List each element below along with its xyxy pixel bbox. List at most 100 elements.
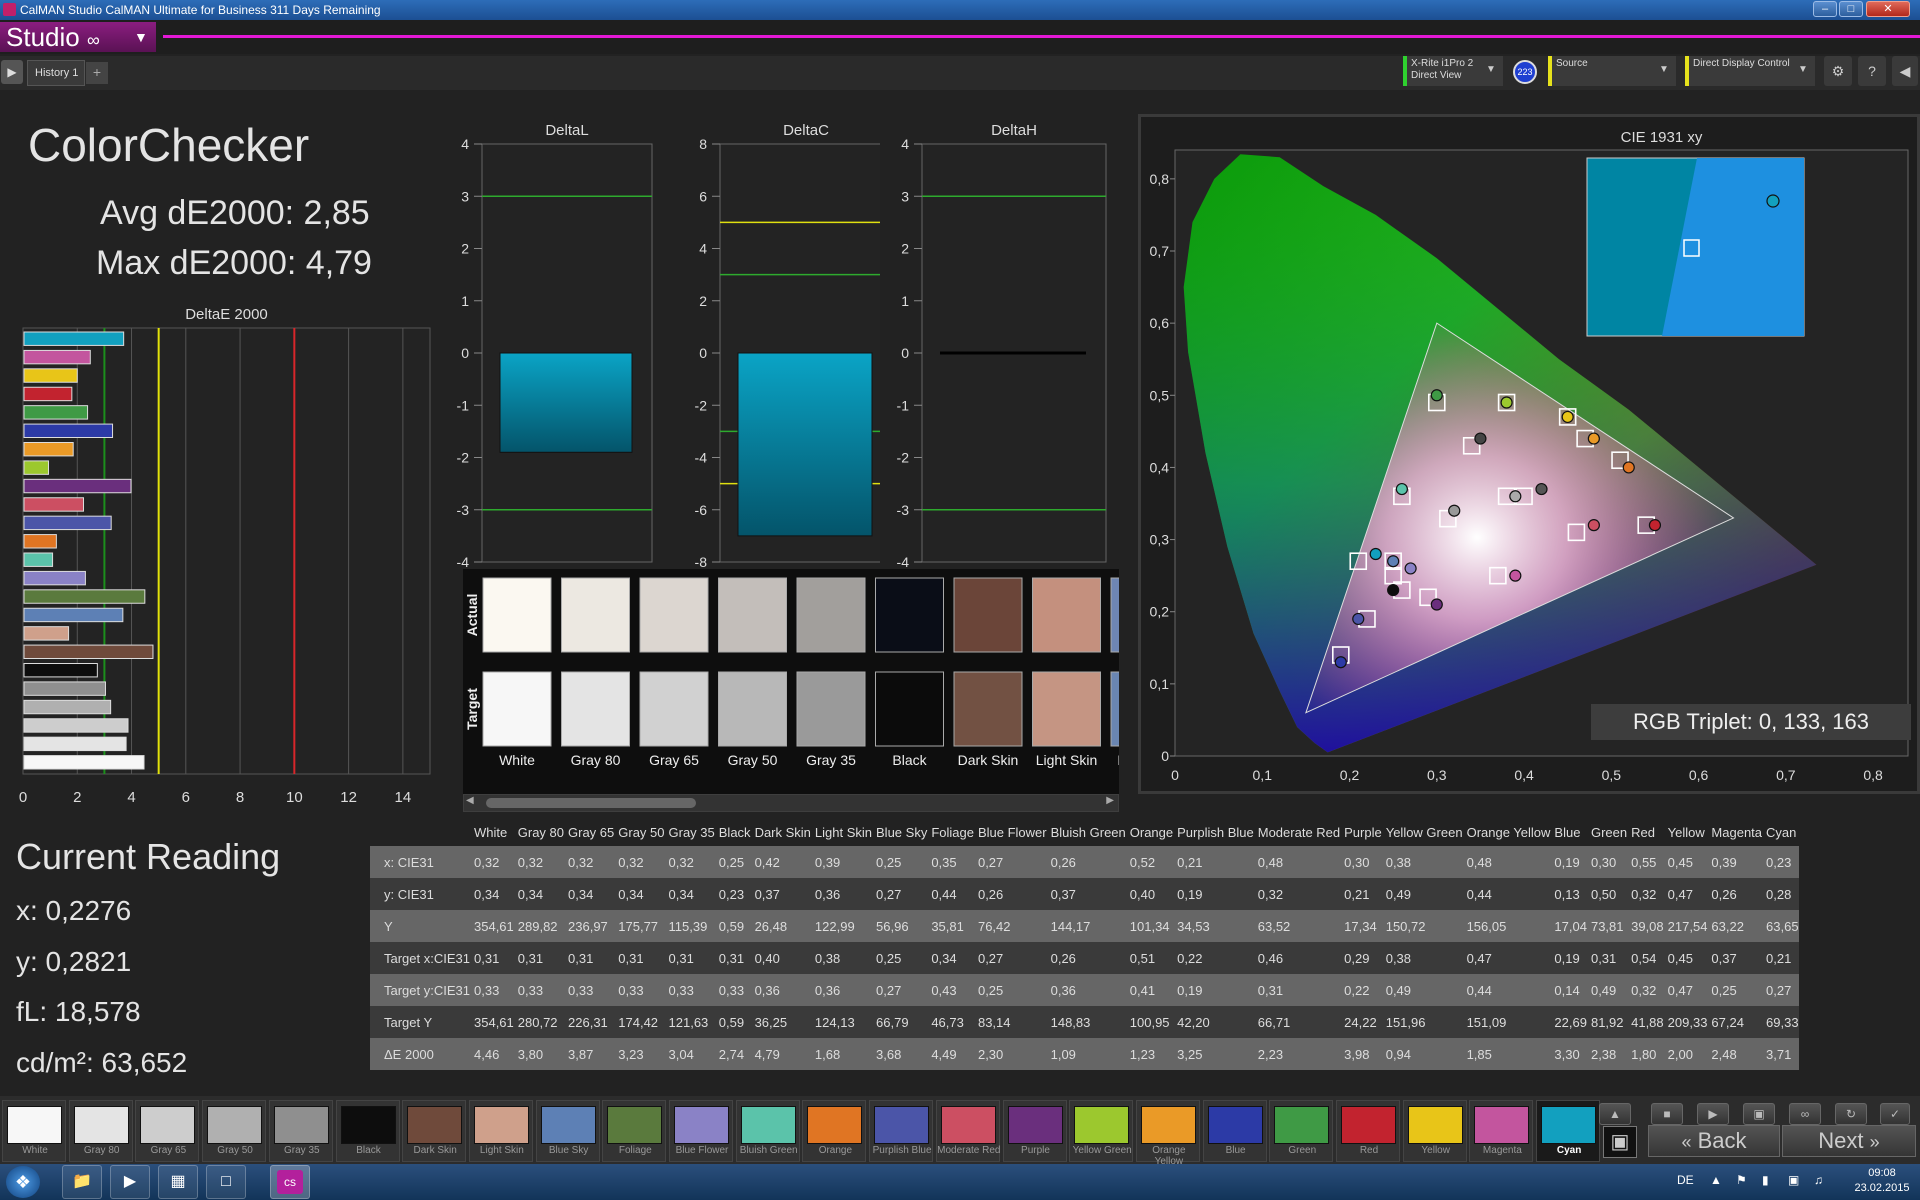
swatch-label: White [22, 1145, 48, 1156]
table-cell: 0,34 [564, 878, 615, 910]
collapse-arrow-icon[interactable]: ◀ [1892, 56, 1918, 86]
refresh-icon[interactable]: ↻ [1835, 1103, 1867, 1125]
swatch-button-green[interactable]: Green [1269, 1100, 1334, 1162]
calman-taskbar-icon[interactable]: cs [270, 1165, 310, 1199]
cie-y-tick-label: 0,8 [1150, 171, 1170, 187]
swatch-button-orange[interactable]: Orange [802, 1100, 867, 1162]
table-cell: 36,25 [750, 1006, 811, 1038]
swatch-button-orange-yellow[interactable]: Orange Yellow [1135, 1100, 1200, 1167]
swatch-button-foliage[interactable]: Foliage [602, 1100, 667, 1162]
sticky-notes-icon[interactable]: □ [206, 1165, 246, 1199]
swatch-button-white[interactable]: White [2, 1100, 66, 1162]
table-cell: 289,82 [513, 910, 565, 942]
target-swatch [482, 671, 552, 747]
swatch-label: Red [1359, 1145, 1379, 1156]
swatch-button-gray-80[interactable]: Gray 80 [68, 1100, 133, 1162]
swatch-button-gray-35[interactable]: Gray 35 [268, 1100, 333, 1162]
swatch-label: Black [892, 752, 927, 768]
clock[interactable]: 09:08 23.02.2015 [1848, 1166, 1916, 1196]
maximize-button[interactable]: □ [1839, 1, 1863, 17]
play-icon[interactable]: ▶ [1, 60, 23, 84]
tray-expand-icon[interactable]: ▲ [1710, 1173, 1722, 1187]
table-cell: 0,32 [614, 846, 665, 878]
device-icon[interactable]: ▮ [1762, 1173, 1769, 1187]
swatch-button-cyan[interactable]: Cyan [1536, 1100, 1601, 1162]
swatch-button-black[interactable]: Black [335, 1100, 400, 1162]
deltae-tick-label: 12 [340, 789, 357, 806]
swatch-button-yellow[interactable]: Yellow [1402, 1100, 1467, 1162]
display-selector[interactable]: Direct Display Control ▼ [1685, 56, 1815, 86]
loop-icon[interactable]: ∞ [1789, 1103, 1821, 1125]
swatch-button-bluish-green[interactable]: Bluish Green [735, 1100, 800, 1162]
swatch-color [473, 1106, 529, 1144]
stop-icon[interactable]: ■ [1651, 1103, 1683, 1125]
display-label: Direct Display Control [1693, 58, 1790, 69]
save-icon[interactable]: ▣ [1743, 1103, 1775, 1125]
table-cell: 0,37 [1707, 942, 1763, 974]
swatch-color [1541, 1106, 1597, 1144]
up-arrow-icon[interactable]: ▲ [1599, 1103, 1631, 1125]
add-tab-button[interactable]: + [86, 62, 108, 84]
swatch-color [674, 1106, 729, 1144]
swatch-button-dark-skin[interactable]: Dark Skin [402, 1100, 467, 1162]
avg-de-value: Avg dE2000: 2,85 [100, 194, 370, 232]
actual-point [1509, 569, 1522, 582]
table-row: Y 354,61 289,82 236,97 175,77 115,39 0,59 26,48… [370, 910, 1799, 942]
scroll-left-icon[interactable]: ◀ [466, 795, 474, 806]
back-button[interactable]: « Back [1648, 1125, 1780, 1157]
minimize-button[interactable]: – [1813, 1, 1837, 17]
tab-history-1[interactable]: History 1 [27, 60, 85, 86]
swatch-button-blue[interactable]: Blue [1202, 1100, 1267, 1162]
media-player-icon[interactable]: ▶ [110, 1165, 150, 1199]
check-icon[interactable]: ✓ [1880, 1103, 1910, 1125]
swatch-button-red[interactable]: Red [1336, 1100, 1400, 1162]
row-header-cell: Y [370, 910, 470, 942]
swatch-label: Gray 65 [150, 1145, 187, 1156]
close-button[interactable]: ✕ [1866, 1, 1910, 17]
table-cell: 1,68 [810, 1038, 873, 1070]
swatch-button-light-skin[interactable]: Light Skin [468, 1100, 533, 1162]
studio-menu-button[interactable]: Studio ∞ ▼ [0, 22, 156, 52]
swatch-label: Bluish Green [739, 1145, 798, 1156]
reading-y: y: 0,2821 [16, 946, 132, 977]
table-cell: 0,25 [872, 846, 928, 878]
swatch-button-yellow-green[interactable]: Yellow Green [1069, 1100, 1134, 1162]
swatch-button-magenta[interactable]: Magenta [1469, 1100, 1534, 1162]
row-header-cell: Target x:CIE31 [370, 942, 470, 974]
swatch-button-blue-sky[interactable]: Blue Sky [535, 1100, 600, 1162]
stop-record-button[interactable]: ▣ [1603, 1126, 1637, 1158]
start-button[interactable]: ❖ [6, 1166, 40, 1198]
play-icon[interactable]: ▶ [1697, 1103, 1729, 1125]
swatch-button-purplish-blue[interactable]: Purplish Blue [869, 1100, 934, 1162]
table-cell: 0,49 [1586, 974, 1628, 1006]
network-icon[interactable]: ▣ [1788, 1173, 1799, 1187]
meter-selector[interactable]: X-Rite i1Pro 2 Direct View ▼ [1403, 56, 1503, 86]
swatch-scrollbar[interactable]: ◀ ▶ [463, 794, 1119, 812]
next-button[interactable]: Next » [1782, 1125, 1916, 1157]
explorer-icon[interactable]: 📁 [62, 1165, 102, 1199]
table-cell: 3,25 [1173, 1038, 1254, 1070]
calculator-icon[interactable]: ▦ [158, 1165, 198, 1199]
source-selector[interactable]: Source ▼ [1548, 56, 1676, 86]
swatch-label: Purplish Blue [872, 1145, 932, 1156]
scrollbar-thumb[interactable] [486, 798, 696, 808]
swatch-button-blue-flower[interactable]: Blue Flower [669, 1100, 733, 1162]
settings-gear-icon[interactable]: ⚙ [1824, 56, 1852, 86]
deltae-bar [23, 386, 73, 402]
swatch-button-moderate-red[interactable]: Moderate Red [935, 1100, 1000, 1162]
swatch-button-gray-50[interactable]: Gray 50 [202, 1100, 267, 1162]
scroll-right-icon[interactable]: ▶ [1106, 795, 1114, 806]
swatch-button-gray-65[interactable]: Gray 65 [135, 1100, 200, 1162]
actual-point [1395, 482, 1408, 496]
deltae-bar [23, 607, 124, 623]
meter-badge[interactable]: 223 [1513, 60, 1537, 84]
help-icon[interactable]: ? [1858, 56, 1886, 86]
flag-icon[interactable]: ⚑ [1736, 1173, 1747, 1187]
language-indicator[interactable]: DE [1677, 1173, 1694, 1187]
table-cell: 175,77 [614, 910, 665, 942]
swatch-button-purple[interactable]: Purple [1002, 1100, 1067, 1162]
delta-tick-label: -3 [897, 502, 910, 518]
volume-icon[interactable]: ♫ [1814, 1173, 1823, 1187]
swatch-label: Light Skin [1036, 752, 1097, 768]
deltae-bar [23, 478, 132, 494]
